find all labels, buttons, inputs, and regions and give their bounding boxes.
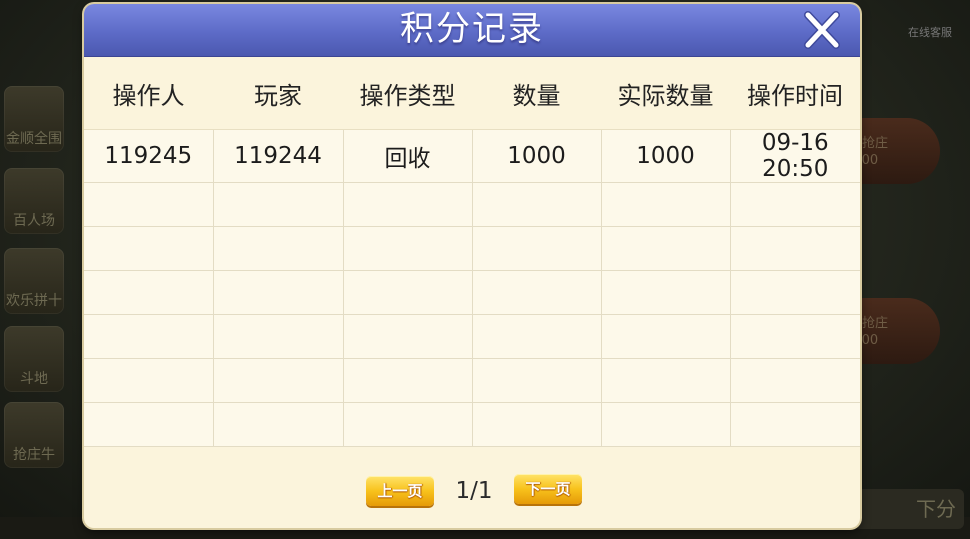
points-record-dialog: 积分记录 操作人 玩家 操作类型 数量 实际数量 操作时间 119245 119… <box>84 4 860 528</box>
table-cell <box>601 402 731 447</box>
table-cell <box>213 182 344 227</box>
table-cell <box>730 270 860 315</box>
page-indicator: 1/1 <box>455 478 493 504</box>
next-page-button[interactable]: 下一页 <box>514 474 582 504</box>
table-cell <box>343 226 473 271</box>
close-x-icon <box>804 11 840 49</box>
table-cell <box>601 182 731 227</box>
column-header-player: 玩家 <box>213 57 343 130</box>
side-menu-item-label: 斗地 <box>20 371 48 387</box>
table-cell: 回收 <box>343 129 473 183</box>
side-menu-item[interactable]: 欢乐拼十 <box>4 248 64 314</box>
side-menu-item-label: 金顺全围 <box>6 131 62 147</box>
table-cell <box>472 226 602 271</box>
table-cell <box>84 270 214 315</box>
table-cell <box>472 402 602 447</box>
table-cell: 1000 <box>472 129 602 183</box>
table-cell <box>343 182 473 227</box>
table-row <box>84 314 860 359</box>
table-cell <box>84 182 214 227</box>
side-menu: 金顺全围 百人场 欢乐拼十 斗地 抢庄牛 <box>0 80 72 480</box>
online-service-link[interactable]: 在线客服 <box>908 24 952 40</box>
table-cell <box>730 182 860 227</box>
side-menu-item[interactable]: 百人场 <box>4 168 64 234</box>
table-cell <box>730 314 860 359</box>
records-table: 操作人 玩家 操作类型 数量 实际数量 操作时间 119245 119244 回… <box>84 57 860 447</box>
table-cell <box>472 358 602 403</box>
table-cell <box>730 402 860 447</box>
table-row <box>84 182 860 227</box>
withdraw-button[interactable]: 下分 <box>854 489 964 529</box>
table-row <box>84 402 860 447</box>
table-cell <box>343 402 473 447</box>
column-header-operation-type: 操作类型 <box>343 57 472 130</box>
table-cell <box>84 226 214 271</box>
column-header-amount: 数量 <box>472 57 601 130</box>
table-cell <box>601 358 731 403</box>
table-cell <box>343 358 473 403</box>
pagination: 上一页 1/1 下一页 <box>84 474 860 508</box>
table-header-row: 操作人 玩家 操作类型 数量 实际数量 操作时间 <box>84 57 860 130</box>
table-row <box>84 270 860 315</box>
table-cell <box>601 226 731 271</box>
table-cell <box>213 226 344 271</box>
table-cell <box>84 314 214 359</box>
table-cell: 1000 <box>601 129 731 183</box>
column-header-actual-amount: 实际数量 <box>601 57 730 130</box>
side-menu-item-label: 百人场 <box>13 213 55 229</box>
table-cell <box>343 270 473 315</box>
dialog-titlebar: 积分记录 <box>84 4 860 57</box>
table-cell <box>472 314 602 359</box>
table-cell <box>730 226 860 271</box>
table-cell <box>601 270 731 315</box>
table-cell <box>213 270 344 315</box>
table-cell <box>343 314 473 359</box>
column-header-operation-time: 操作时间 <box>730 57 860 130</box>
table-cell <box>213 402 344 447</box>
table-cell: 119244 <box>213 129 344 183</box>
table-cell <box>84 402 214 447</box>
table-row: 119245 119244 回收 1000 1000 09-16 20:50 <box>84 129 860 183</box>
side-menu-item-label: 欢乐拼十 <box>6 293 62 309</box>
table-cell <box>213 314 344 359</box>
side-menu-item-label: 抢庄牛 <box>13 447 55 463</box>
side-menu-item[interactable]: 斗地 <box>4 326 64 392</box>
table-cell <box>472 182 602 227</box>
table-cell <box>730 358 860 403</box>
table-row <box>84 358 860 403</box>
table-cell <box>601 314 731 359</box>
prev-page-button[interactable]: 上一页 <box>366 476 434 506</box>
table-cell: 119245 <box>84 129 214 183</box>
table-row <box>84 226 860 271</box>
table-cell <box>84 358 214 403</box>
close-button[interactable] <box>802 10 842 50</box>
dialog-title: 积分记录 <box>400 9 544 49</box>
side-menu-item[interactable]: 金顺全围 <box>4 86 64 152</box>
table-cell <box>213 358 344 403</box>
table-cell <box>472 270 602 315</box>
table-cell: 09-16 20:50 <box>730 129 860 183</box>
column-header-operator: 操作人 <box>84 57 213 130</box>
side-menu-item[interactable]: 抢庄牛 <box>4 402 64 468</box>
